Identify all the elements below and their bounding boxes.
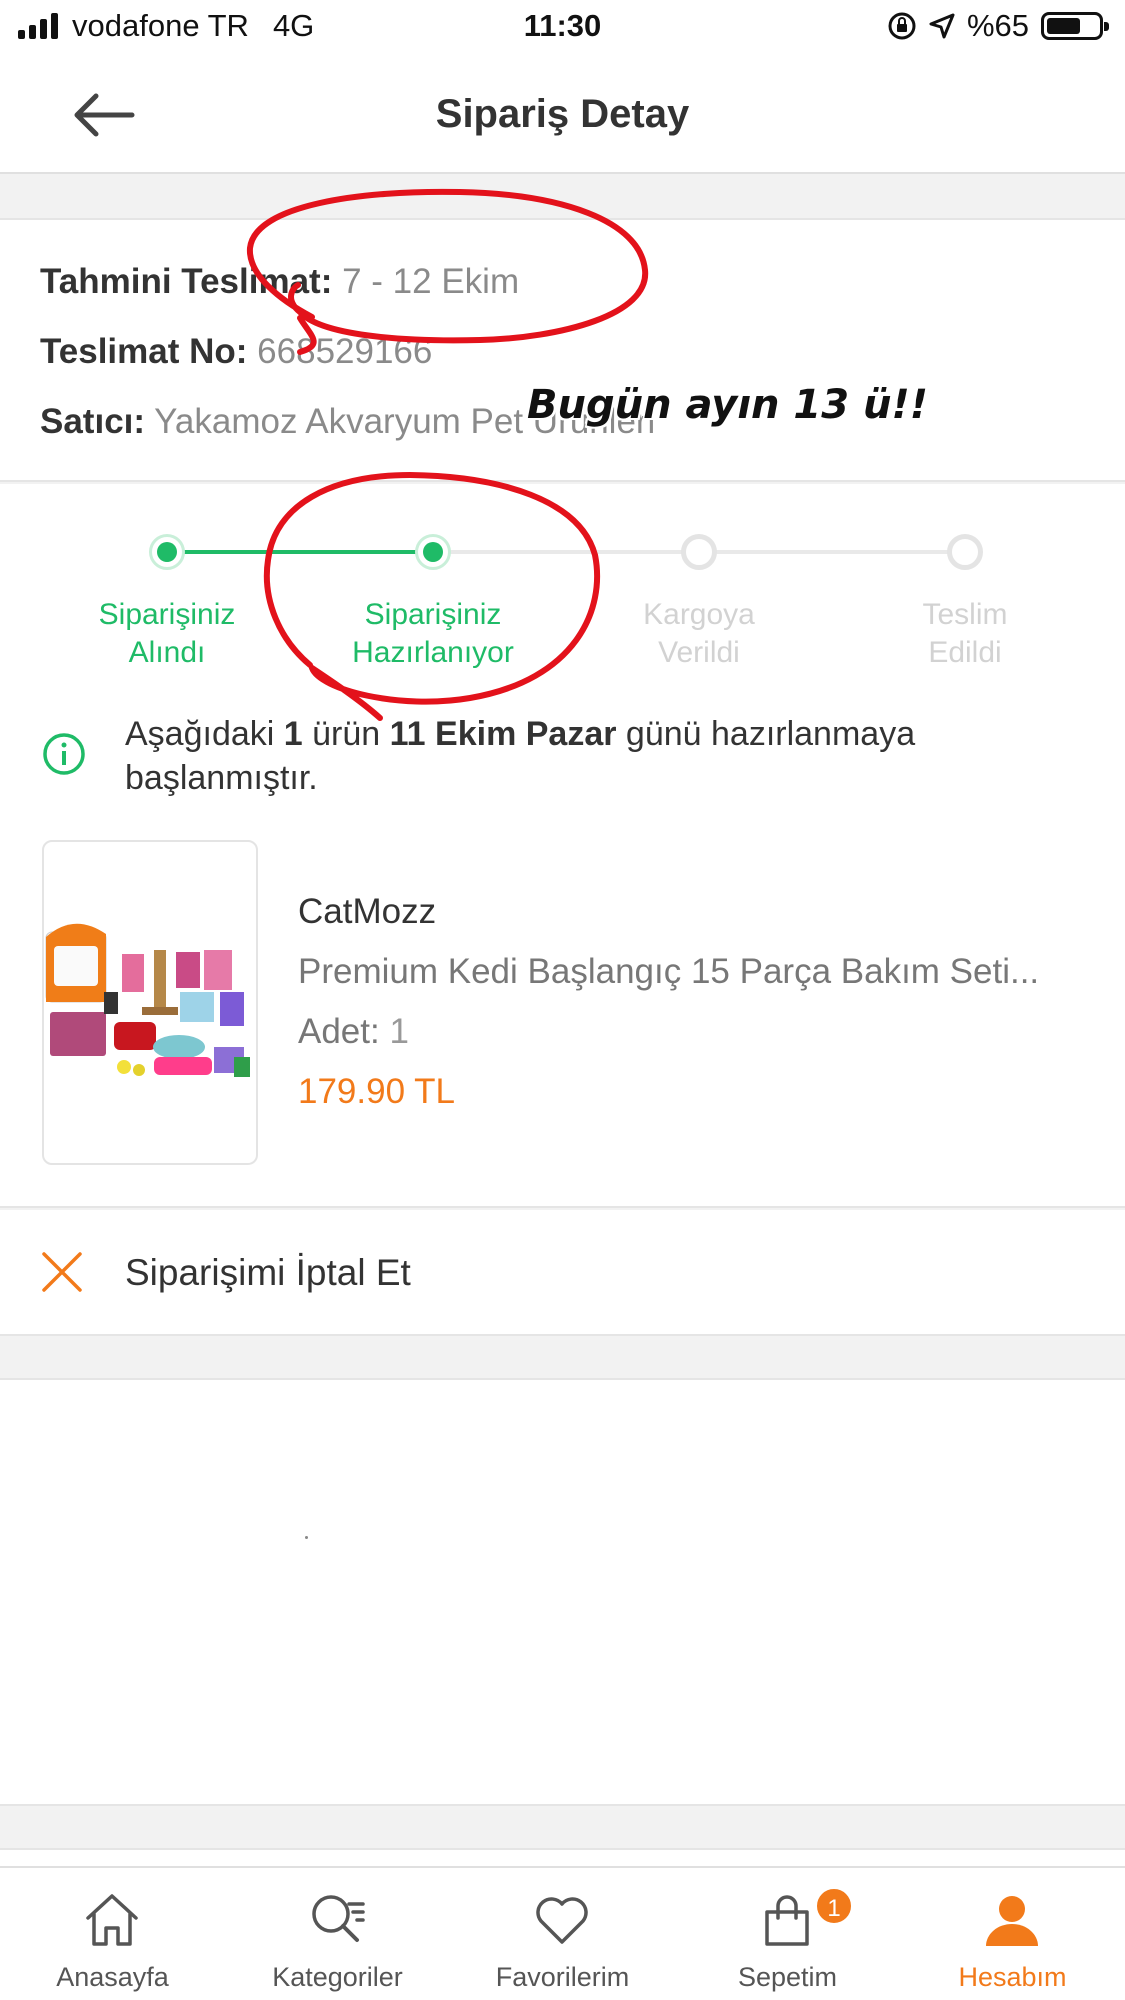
battery-percent: %65 (966, 8, 1029, 43)
status-bar: vodafone TR 4G 11:30 %65 (0, 0, 1125, 56)
category-search-icon (312, 1895, 365, 1942)
tab-favorites[interactable]: Favorilerim (450, 1868, 675, 2000)
step-label-shipped: Kargoya Verildi (643, 598, 755, 669)
estimated-delivery-label: Tahmini Teslimat: (40, 262, 333, 301)
step-dot-preparing (415, 534, 451, 570)
empty-section (0, 1378, 1125, 1806)
delivery-number-value: 668529166 (257, 332, 433, 371)
tab-categories[interactable]: Kategoriler (225, 1868, 450, 2000)
cancel-order-label: Siparişimi İptal Et (125, 1252, 411, 1293)
step-dot-delivered (947, 534, 983, 570)
tab-home[interactable]: Anasayfa (0, 1868, 225, 2000)
product-quantity: Adet: 1 (298, 1012, 409, 1051)
basket-count-badge: 1 (814, 1886, 854, 1926)
estimated-delivery-value: 7 - 12 Ekim (342, 262, 520, 301)
page-title: Sipariş Detay (435, 92, 690, 136)
order-info-card: Tahmini Teslimat: 7 - 12 Ekim Teslimat N… (0, 218, 1125, 482)
product-image (42, 840, 258, 1165)
product-item[interactable]: CatMozz Premium Kedi Başlangıç 15 Parça … (0, 840, 1125, 1208)
heart-icon (536, 1897, 588, 1944)
delivery-number-label: Teslimat No: (40, 332, 248, 371)
status-right: %65 (887, 8, 1109, 44)
close-icon (42, 1252, 82, 1292)
tab-account[interactable]: Hesabım (900, 1868, 1125, 2000)
tab-basket[interactable]: 1 Sepetim (675, 1868, 900, 2000)
product-brand: CatMozz (298, 892, 437, 931)
step-label-delivered: Teslim Edildi (922, 598, 1008, 669)
step-label-preparing: Siparişiniz Hazırlanıyor (352, 598, 514, 669)
delivery-number-row: Teslimat No: 668529166 (40, 332, 432, 372)
rotation-lock-icon (888, 12, 916, 40)
step-dot-received (149, 534, 185, 570)
battery-icon (1041, 12, 1109, 40)
product-price: 179.90 TL (298, 1072, 455, 1111)
location-arrow-icon (929, 13, 955, 39)
seller-label: Satıcı: (40, 402, 146, 441)
step-label-received: Siparişiniz Alındı (98, 598, 236, 669)
nav-bar: Sipariş Detay (0, 56, 1125, 174)
progress-line-done (167, 550, 433, 554)
empty-section-2 (0, 1848, 1125, 1868)
product-name: Premium Kedi Başlangıç 15 Parça Bakım Se… (298, 952, 1040, 991)
bottom-tab-bar: Anasayfa Kategoriler Favorilerim 1 Sepet… (0, 1866, 1125, 2000)
info-icon (43, 733, 85, 775)
estimated-delivery-row: Tahmini Teslimat: 7 - 12 Ekim (40, 262, 519, 302)
annotation-note: Bugün ayın 13 ü!! (527, 382, 928, 428)
cancel-order-button[interactable]: Siparişimi İptal Et (0, 1210, 1125, 1336)
step-dot-shipped (681, 534, 717, 570)
user-icon (986, 1896, 1038, 1946)
home-icon (86, 1894, 138, 1946)
preparation-notice: Aşağıdaki 1 ürün 11 Ekim Pazar günü hazı… (0, 690, 1125, 840)
notice-text: Aşağıdaki 1 ürün 11 Ekim Pazar günü hazı… (125, 715, 916, 797)
basket-icon (765, 1895, 809, 1946)
